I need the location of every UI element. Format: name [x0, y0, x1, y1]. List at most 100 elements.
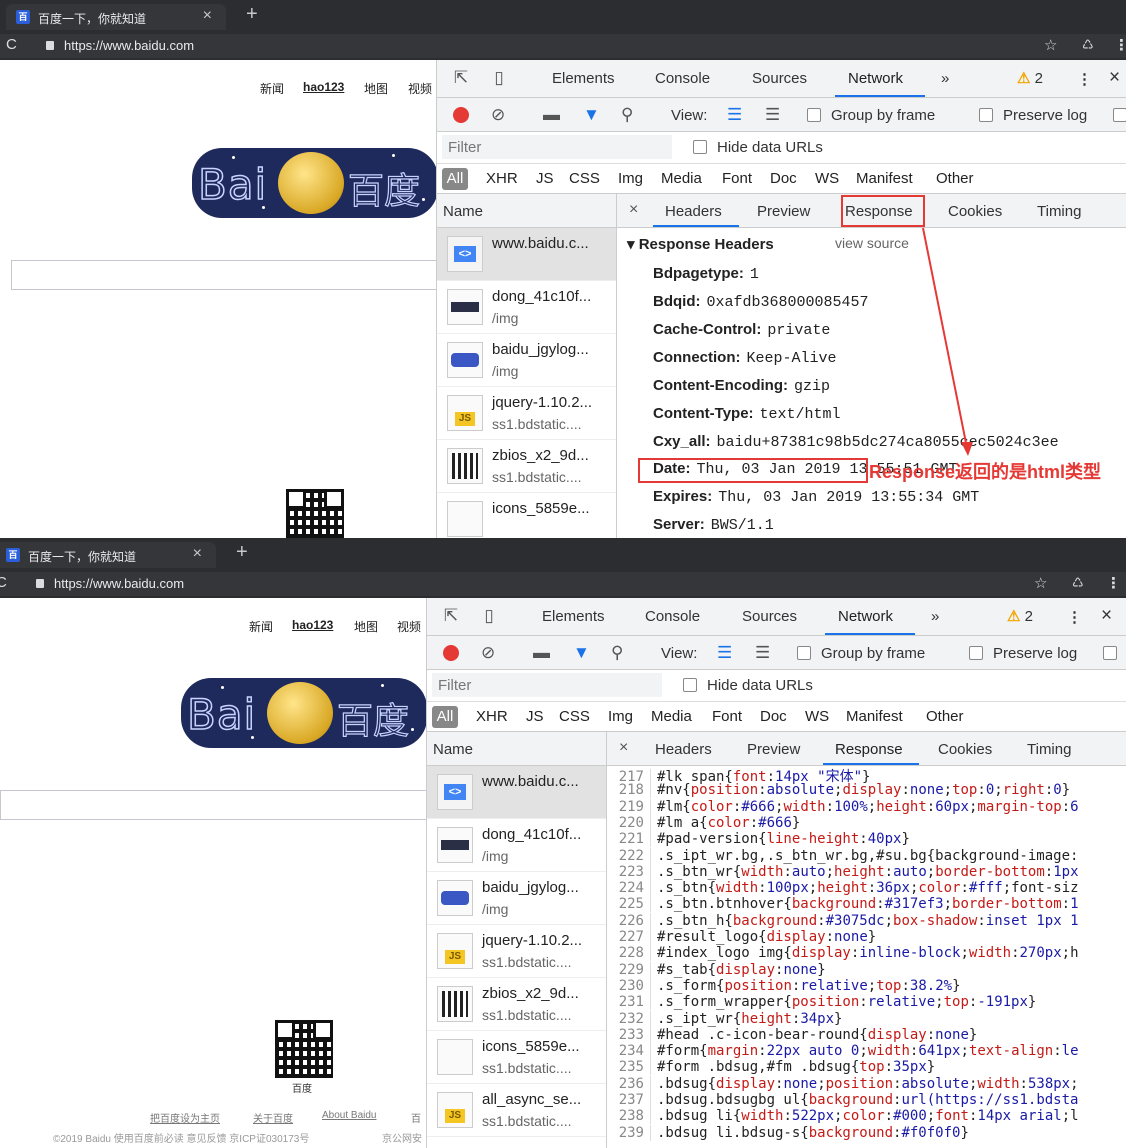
filter-other[interactable]: Other — [936, 170, 974, 187]
request-row[interactable]: baidu_jgylog... /img — [437, 334, 616, 387]
request-row[interactable]: jquery-1.10.2... ss1.bdstatic.... — [427, 925, 606, 978]
tab-elements[interactable]: Elements — [542, 608, 605, 625]
filter-all[interactable]: All — [432, 706, 458, 728]
capture-screenshots-icon[interactable]: ▬ — [543, 105, 560, 125]
more-tabs-icon[interactable]: » — [931, 608, 939, 625]
filter-doc[interactable]: Doc — [760, 708, 787, 725]
devtools-menu-icon[interactable]: ⋮ — [1067, 608, 1082, 626]
tab-response[interactable]: Response — [835, 741, 903, 758]
nav-video[interactable]: 视频 — [408, 80, 432, 97]
footer-link-about-en[interactable]: About Baidu — [322, 1110, 377, 1121]
warnings-badge[interactable]: ⚠ 2 — [1007, 607, 1033, 625]
new-tab-icon[interactable]: + — [246, 3, 258, 26]
clear-icon[interactable]: ⊘ — [491, 105, 505, 125]
request-row[interactable]: dong_41c10f... /img — [427, 819, 606, 872]
filter-media[interactable]: Media — [661, 170, 702, 187]
record-icon[interactable] — [443, 645, 459, 661]
filter-css[interactable]: CSS — [559, 708, 590, 725]
new-tab-icon[interactable]: + — [236, 541, 248, 564]
waterfall-icon[interactable]: ☰ — [755, 643, 770, 663]
browser-tab[interactable]: 百 百度一下，你就知道 × — [0, 542, 216, 568]
tab-sources[interactable]: Sources — [752, 70, 807, 87]
tab-sources[interactable]: Sources — [742, 608, 797, 625]
request-row[interactable]: icons_5859e... ss1.bdstatic.... — [427, 1031, 606, 1084]
request-row[interactable]: baidu_jgylog... /img — [427, 872, 606, 925]
tab-timing[interactable]: Timing — [1027, 741, 1071, 758]
name-column-header[interactable]: Name — [437, 194, 616, 228]
request-row[interactable]: www.baidu.c... — [427, 766, 606, 819]
filter-xhr[interactable]: XHR — [476, 708, 508, 725]
bookmark-star-icon[interactable]: ☆ — [1034, 574, 1047, 592]
tab-preview[interactable]: Preview — [747, 741, 800, 758]
baidu-doodle-logo[interactable]: Bai 百度 — [181, 678, 426, 748]
tab-console[interactable]: Console — [655, 70, 710, 87]
reload-icon[interactable]: C — [0, 574, 7, 591]
footer-link-about[interactable]: 关于百度 — [253, 1110, 293, 1125]
filter-manifest[interactable]: Manifest — [846, 708, 903, 725]
filter-font[interactable]: Font — [722, 170, 752, 187]
request-row[interactable]: www.baidu.c... — [437, 228, 616, 281]
disable-cache-checkbox[interactable] — [1113, 108, 1126, 122]
nav-map[interactable]: 地图 — [354, 618, 378, 635]
inspect-icon[interactable]: ⇱ — [451, 68, 471, 88]
search-input[interactable] — [0, 790, 426, 820]
name-column-header[interactable]: Name — [427, 732, 606, 766]
search-icon[interactable]: ⚲ — [611, 643, 623, 663]
browser-tab[interactable]: 百 百度一下，你就知道 × — [6, 4, 226, 30]
large-rows-icon[interactable]: ☰ — [717, 643, 732, 663]
warnings-badge[interactable]: ⚠ 2 — [1017, 69, 1043, 87]
tab-cookies[interactable]: Cookies — [938, 741, 992, 758]
hide-data-urls-checkbox[interactable] — [693, 140, 707, 154]
browser-menu-icon[interactable]: ⋮ — [1114, 36, 1126, 54]
device-toggle-icon[interactable]: ▯ — [489, 68, 509, 88]
devtools-close-icon[interactable]: × — [1101, 605, 1112, 627]
nav-video[interactable]: 视频 — [397, 618, 421, 635]
hide-data-urls-checkbox[interactable] — [683, 678, 697, 692]
filter-other[interactable]: Other — [926, 708, 964, 725]
preserve-log-checkbox[interactable] — [969, 646, 983, 660]
filter-js[interactable]: JS — [526, 708, 544, 725]
group-by-frame-checkbox[interactable] — [797, 646, 811, 660]
filter-xhr[interactable]: XHR — [486, 170, 518, 187]
nav-hao123[interactable]: hao123 — [292, 618, 333, 632]
reload-icon[interactable]: C — [6, 36, 17, 53]
filter-icon[interactable]: ▼ — [583, 105, 600, 125]
extension-icon[interactable]: ♺ — [1072, 575, 1084, 591]
tab-network[interactable]: Network — [848, 70, 903, 87]
footer-link-sethome[interactable]: 把百度设为主页 — [150, 1110, 220, 1125]
more-tabs-icon[interactable]: » — [941, 70, 949, 87]
clear-icon[interactable]: ⊘ — [481, 643, 495, 663]
bookmark-star-icon[interactable]: ☆ — [1044, 36, 1057, 54]
close-tab-icon[interactable]: × — [203, 7, 212, 25]
close-detail-icon[interactable]: × — [619, 739, 628, 757]
url-input[interactable]: https://www.baidu.com — [54, 576, 184, 591]
police-record-text[interactable]: 京公网安 — [382, 1130, 422, 1145]
request-row[interactable]: zbios_x2_9d... ss1.bdstatic.... — [437, 440, 616, 493]
search-icon[interactable]: ⚲ — [621, 105, 633, 125]
request-row[interactable]: jquery-1.10.2... ss1.bdstatic.... — [437, 387, 616, 440]
close-tab-icon[interactable]: × — [193, 545, 202, 563]
request-row[interactable]: all_async_se... ss1.bdstatic.... — [427, 1084, 606, 1137]
nav-map[interactable]: 地图 — [364, 80, 388, 97]
filter-doc[interactable]: Doc — [770, 170, 797, 187]
url-input[interactable]: https://www.baidu.com — [64, 38, 194, 53]
nav-news[interactable]: 新闻 — [249, 618, 273, 635]
filter-media[interactable]: Media — [651, 708, 692, 725]
waterfall-icon[interactable]: ☰ — [765, 105, 780, 125]
filter-input[interactable]: Filter — [432, 673, 662, 697]
tab-headers[interactable]: Headers — [655, 741, 712, 758]
disable-cache-checkbox[interactable] — [1103, 646, 1117, 660]
baidu-doodle-logo[interactable]: Bai 百度 — [192, 148, 436, 218]
request-row[interactable]: dong_41c10f... /img — [437, 281, 616, 334]
footer-link-more[interactable]: 百 — [411, 1110, 421, 1125]
devtools-close-icon[interactable]: × — [1109, 67, 1120, 89]
filter-css[interactable]: CSS — [569, 170, 600, 187]
filter-manifest[interactable]: Manifest — [856, 170, 913, 187]
inspect-icon[interactable]: ⇱ — [441, 606, 461, 626]
filter-all[interactable]: All — [442, 168, 468, 190]
record-icon[interactable] — [453, 107, 469, 123]
filter-ws[interactable]: WS — [805, 708, 829, 725]
filter-input[interactable]: Filter — [442, 135, 672, 159]
capture-screenshots-icon[interactable]: ▬ — [533, 643, 550, 663]
large-rows-icon[interactable]: ☰ — [727, 105, 742, 125]
